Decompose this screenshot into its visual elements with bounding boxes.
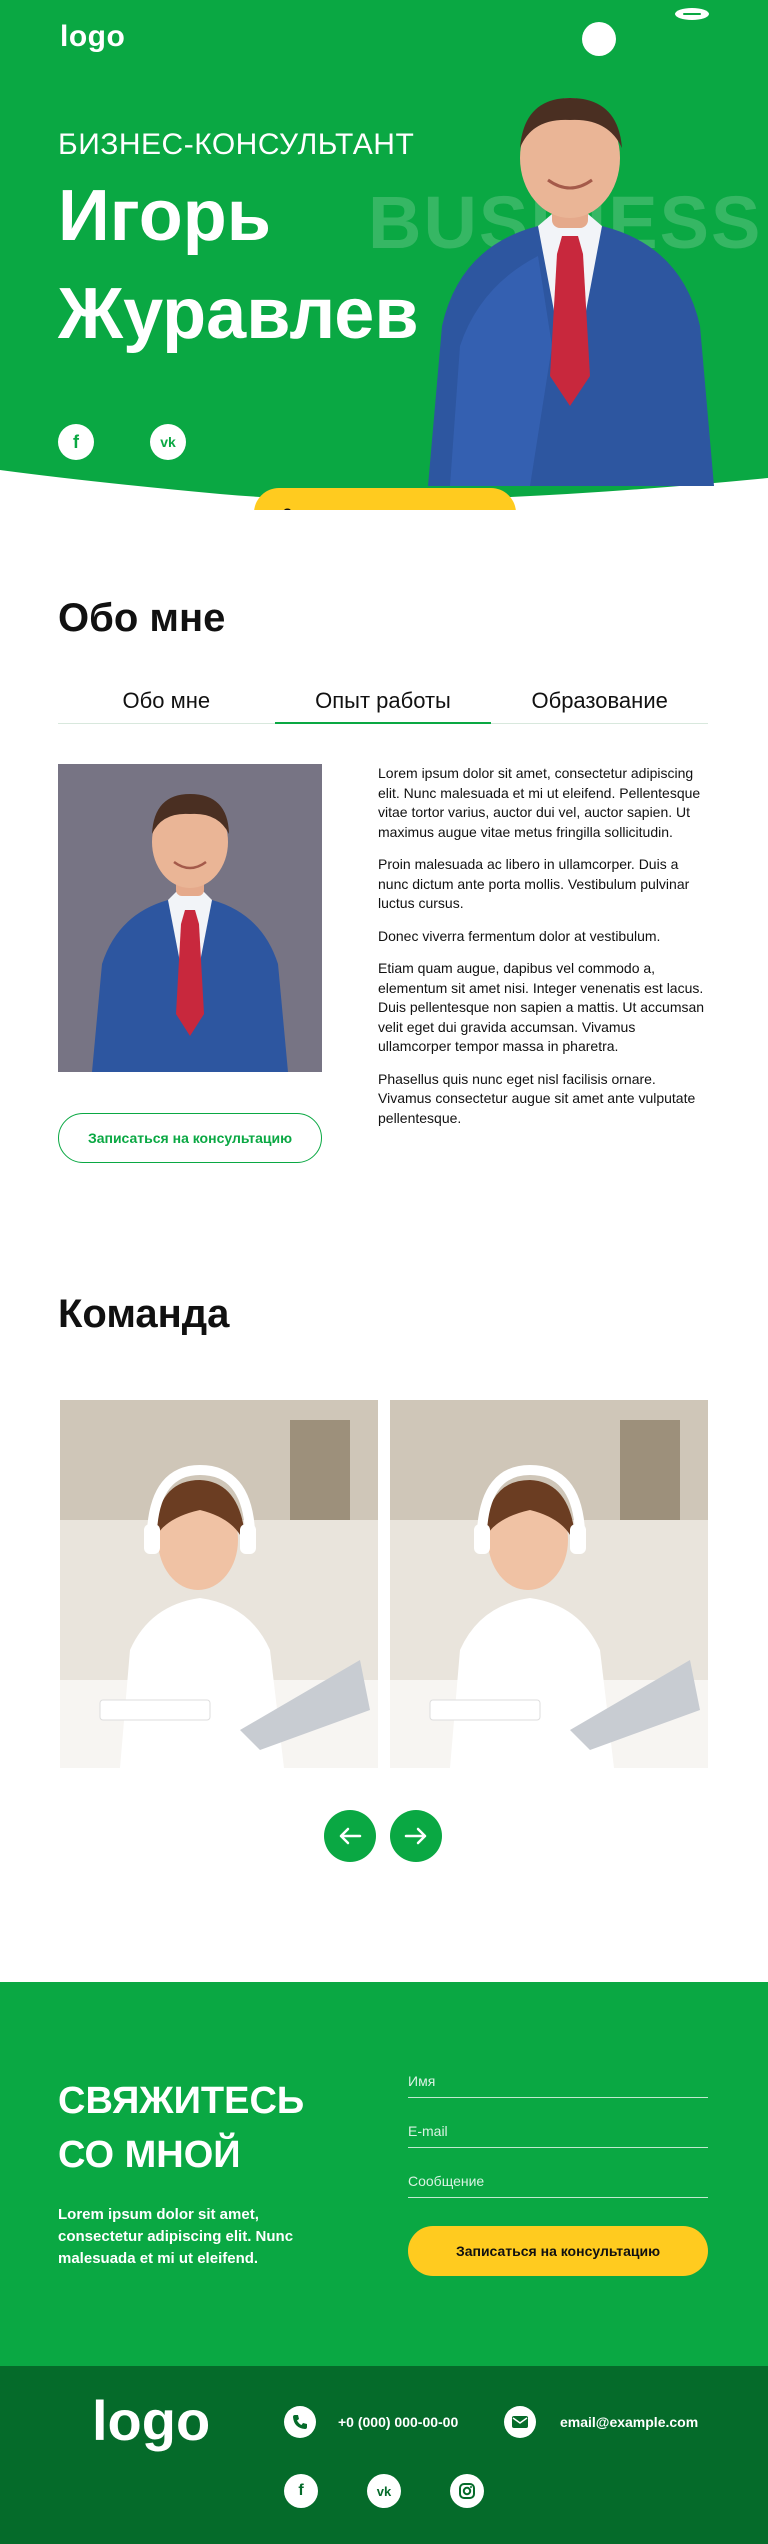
theme-toggle-icon[interactable] (582, 22, 616, 56)
tab-experience[interactable]: Опыт работы (274, 680, 492, 724)
footer-email[interactable]: email@example.com (560, 2414, 698, 2430)
vk-icon[interactable]: vk (367, 2474, 401, 2508)
header-logo[interactable]: logo (60, 20, 125, 54)
about-tabs: Обо мне Опыт работы Образование (58, 680, 708, 724)
hero-consult-button[interactable]: Записаться на консультацию (254, 488, 516, 510)
instagram-icon[interactable] (450, 2474, 484, 2508)
about-paragraph: Etiam quam augue, dapibus vel commodo a,… (378, 960, 705, 1054)
about-title: Обо мне (58, 596, 226, 640)
message-field[interactable] (408, 2164, 708, 2198)
footer: logo +0 (000) 000-00-00 email@example.co… (0, 2366, 768, 2544)
name-field[interactable] (408, 2064, 708, 2098)
arrow-right-icon (404, 1827, 427, 1845)
hero-subtitle: БИЗНЕС-КОНСУЛЬТАНТ (58, 128, 415, 161)
arrow-left-icon (339, 1827, 362, 1845)
team-title: Команда (58, 1292, 230, 1336)
vk-icon[interactable]: vk (150, 424, 186, 460)
phone-icon (284, 2406, 316, 2438)
about-paragraph: Donec viverra fermentum dolor at vestibu… (378, 927, 661, 944)
team-next-button[interactable] (390, 1810, 442, 1862)
contact-section: СВЯЖИТЕСЬ СО МНОЙ Lorem ipsum dolor sit … (0, 1982, 768, 2366)
facebook-icon[interactable]: f (284, 2474, 318, 2508)
email-field[interactable] (408, 2114, 708, 2148)
footer-logo[interactable]: logo (92, 2388, 210, 2453)
about-paragraph: Proin malesuada ac libero in ullamcorper… (378, 856, 690, 911)
email-icon (504, 2406, 536, 2438)
team-member-photo (60, 1400, 378, 1768)
tab-about[interactable]: Обо мне (58, 680, 275, 723)
about-text: Lorem ipsum dolor sit amet, consectetur … (378, 764, 708, 1141)
hero-name-last: Журавлев (58, 274, 419, 354)
about-paragraph: Phasellus quis nunc eget nisl facilisis … (378, 1070, 696, 1126)
contact-title: СВЯЖИТЕСЬ СО МНОЙ (58, 2074, 304, 2182)
about-photo (58, 764, 322, 1072)
team-member-photo (390, 1400, 708, 1768)
footer-phone[interactable]: +0 (000) 000-00-00 (338, 2414, 458, 2430)
facebook-icon[interactable]: f (58, 424, 94, 460)
hero-section: logo BUSINESS БИЗНЕС-КОНСУЛЬТАНТ Игорь Ж… (0, 0, 768, 510)
contact-title-line: СО МНОЙ (58, 2134, 241, 2176)
contact-text: Lorem ipsum dolor sit amet, consectetur … (58, 2206, 294, 2267)
tab-education[interactable]: Образование (491, 680, 708, 723)
contact-title-line: СВЯЖИТЕСЬ (58, 2080, 305, 2122)
contact-submit-button[interactable]: Записаться на консультацию (408, 2226, 708, 2276)
about-consult-button[interactable]: Записаться на консультацию (58, 1113, 322, 1163)
menu-icon[interactable] (675, 8, 709, 20)
team-prev-button[interactable] (324, 1810, 376, 1862)
hero-name-first: Игорь (58, 176, 272, 256)
consultant-photo (428, 98, 714, 486)
about-paragraph: Lorem ipsum dolor sit amet, consectetur … (378, 765, 701, 840)
